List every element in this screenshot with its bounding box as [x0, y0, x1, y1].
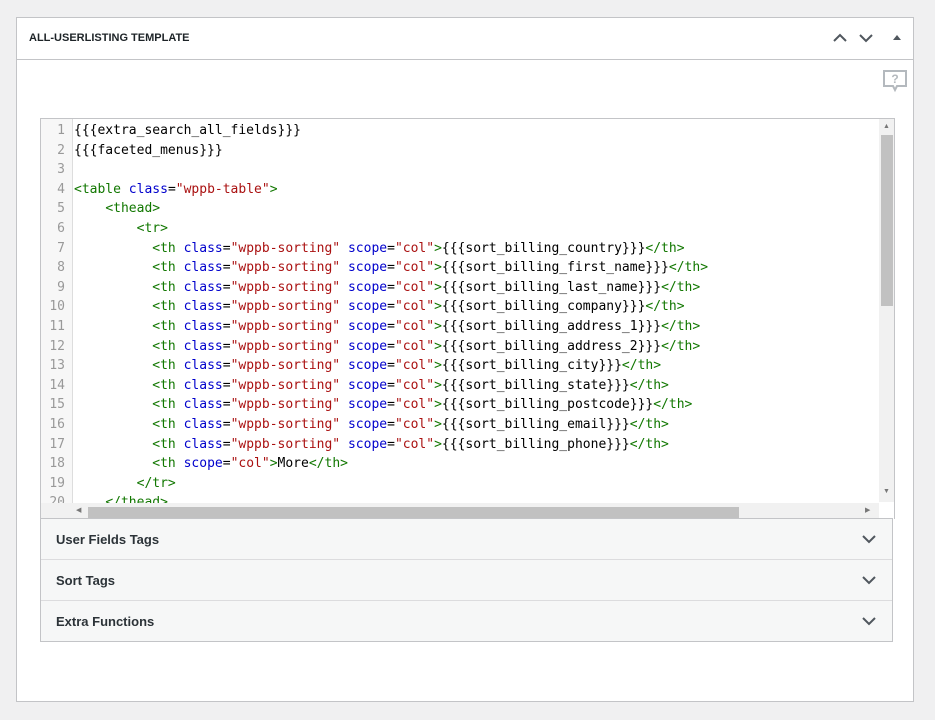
chevron-down-icon [859, 34, 873, 43]
accordion-extra-functions[interactable]: Extra Functions [41, 601, 892, 641]
code-line[interactable]: 14 <th class="wppb-sorting" scope="col">… [41, 376, 894, 396]
code-line[interactable]: 18 <th scope="col">More</th> [41, 454, 894, 474]
vertical-scrollbar[interactable]: ▲ ▼ [879, 119, 894, 502]
scroll-right-arrow-icon[interactable]: ▶ [865, 507, 870, 515]
chevron-up-icon [833, 33, 847, 42]
line-number: 14 [49, 377, 65, 393]
code-text[interactable]: <th scope="col">More</th> [74, 454, 348, 474]
vertical-scroll-thumb[interactable] [881, 135, 893, 306]
line-number: 4 [57, 181, 65, 197]
line-number: 2 [57, 142, 65, 158]
code-line[interactable]: 2 {{{faceted_menus}}} [41, 141, 894, 161]
accordion-label: User Fields Tags [56, 532, 160, 547]
code-text[interactable]: <th class="wppb-sorting" scope="col">{{{… [74, 376, 669, 396]
line-number: 9 [57, 279, 65, 295]
tags-accordion: User Fields Tags Sort Tags Extra Functio… [40, 518, 893, 642]
code-text[interactable]: {{{extra_search_all_fields}}} [74, 121, 301, 141]
code-line[interactable]: 3 [41, 160, 894, 180]
code-line[interactable]: 10 <th class="wppb-sorting" scope="col">… [41, 297, 894, 317]
code-line[interactable]: 7 <th class="wppb-sorting" scope="col">{… [41, 239, 894, 259]
code-text[interactable]: <th class="wppb-sorting" scope="col">{{{… [74, 317, 700, 337]
code-line[interactable]: 6 <tr> [41, 219, 894, 239]
code-line[interactable]: 19 </tr> [41, 474, 894, 494]
chevron-down-icon [862, 617, 876, 626]
line-number: 1 [57, 123, 65, 138]
toggle-panel-button[interactable] [887, 28, 907, 48]
code-line[interactable]: 5 <thead> [41, 199, 894, 219]
code-line[interactable]: 1 {{{extra_search_all_fields}}} [41, 121, 894, 141]
horizontal-scroll-thumb[interactable] [88, 507, 739, 518]
code-line[interactable]: 12 <th class="wppb-sorting" scope="col">… [41, 337, 894, 357]
code-text[interactable]: <th class="wppb-sorting" scope="col">{{{… [74, 337, 700, 357]
accordion-label: Sort Tags [56, 573, 115, 588]
svg-text:?: ? [891, 72, 898, 86]
line-number: 12 [49, 338, 65, 354]
horizontal-scrollbar[interactable]: ◀ ▶ [41, 503, 879, 519]
code-line[interactable]: 16 <th class="wppb-sorting" scope="col">… [41, 415, 894, 435]
move-down-button[interactable] [856, 28, 876, 48]
code-line[interactable]: 11 <th class="wppb-sorting" scope="col">… [41, 317, 894, 337]
code-line[interactable]: 4 <table class="wppb-table"> [41, 180, 894, 200]
code-text[interactable]: <tr> [74, 219, 168, 239]
code-lines[interactable]: 1 {{{extra_search_all_fields}}} 2 {{{facete… [41, 121, 894, 519]
line-number: 11 [49, 318, 65, 334]
metabox-header: ALL-USERLISTING TEMPLATE [17, 18, 913, 60]
code-text[interactable]: <th class="wppb-sorting" scope="col">{{{… [74, 239, 684, 259]
chevron-down-icon [862, 576, 876, 585]
scroll-up-arrow-icon[interactable]: ▲ [883, 123, 890, 131]
triangle-up-icon [893, 35, 901, 40]
code-text[interactable]: {{{faceted_menus}}} [74, 141, 223, 161]
code-line[interactable]: 13 <th class="wppb-sorting" scope="col">… [41, 356, 894, 376]
line-number: 15 [49, 397, 65, 413]
code-line[interactable]: 9 <th class="wppb-sorting" scope="col">{… [41, 278, 894, 298]
line-number: 3 [57, 162, 65, 178]
move-up-button[interactable] [830, 28, 850, 48]
code-text[interactable]: <th class="wppb-sorting" scope="col">{{{… [74, 278, 700, 298]
userlisting-template-metabox: ALL-USERLISTING TEMPLATE ? 1 {{{extra_sea… [16, 17, 914, 702]
code-editor[interactable]: 1 {{{extra_search_all_fields}}} 2 {{{facete… [40, 118, 895, 519]
code-text[interactable]: <th class="wppb-sorting" scope="col">{{{… [74, 395, 692, 415]
code-text[interactable]: <th class="wppb-sorting" scope="col">{{{… [74, 258, 708, 278]
code-line[interactable]: 15 <th class="wppb-sorting" scope="col">… [41, 395, 894, 415]
help-icon[interactable]: ? [882, 69, 908, 93]
code-text[interactable]: </tr> [74, 474, 176, 494]
line-number: 16 [49, 416, 65, 432]
line-number: 10 [49, 299, 65, 315]
line-number: 5 [57, 201, 65, 217]
line-number: 8 [57, 260, 65, 276]
scroll-down-arrow-icon[interactable]: ▼ [883, 488, 890, 496]
code-text[interactable]: <table class="wppb-table"> [74, 180, 278, 200]
code-text[interactable]: <th class="wppb-sorting" scope="col">{{{… [74, 297, 684, 317]
accordion-user-fields-tags[interactable]: User Fields Tags [41, 519, 892, 560]
line-number: 6 [57, 220, 65, 236]
line-number: 17 [49, 436, 65, 452]
code-line[interactable]: 8 <th class="wppb-sorting" scope="col">{… [41, 258, 894, 278]
code-text[interactable]: <th class="wppb-sorting" scope="col">{{{… [74, 415, 669, 435]
accordion-label: Extra Functions [56, 614, 155, 629]
metabox-title: ALL-USERLISTING TEMPLATE [29, 32, 190, 44]
line-number: 13 [49, 358, 65, 374]
code-text[interactable]: <thead> [74, 199, 160, 219]
code-line[interactable]: 17 <th class="wppb-sorting" scope="col">… [41, 435, 894, 455]
code-text[interactable]: <th class="wppb-sorting" scope="col">{{{… [74, 435, 669, 455]
line-number: 7 [57, 240, 65, 256]
code-text[interactable]: <th class="wppb-sorting" scope="col">{{{… [74, 356, 661, 376]
chevron-down-icon [862, 535, 876, 544]
line-number: 18 [49, 456, 65, 472]
scroll-left-arrow-icon[interactable]: ◀ [76, 507, 81, 515]
line-number: 19 [49, 475, 65, 491]
accordion-sort-tags[interactable]: Sort Tags [41, 560, 892, 601]
